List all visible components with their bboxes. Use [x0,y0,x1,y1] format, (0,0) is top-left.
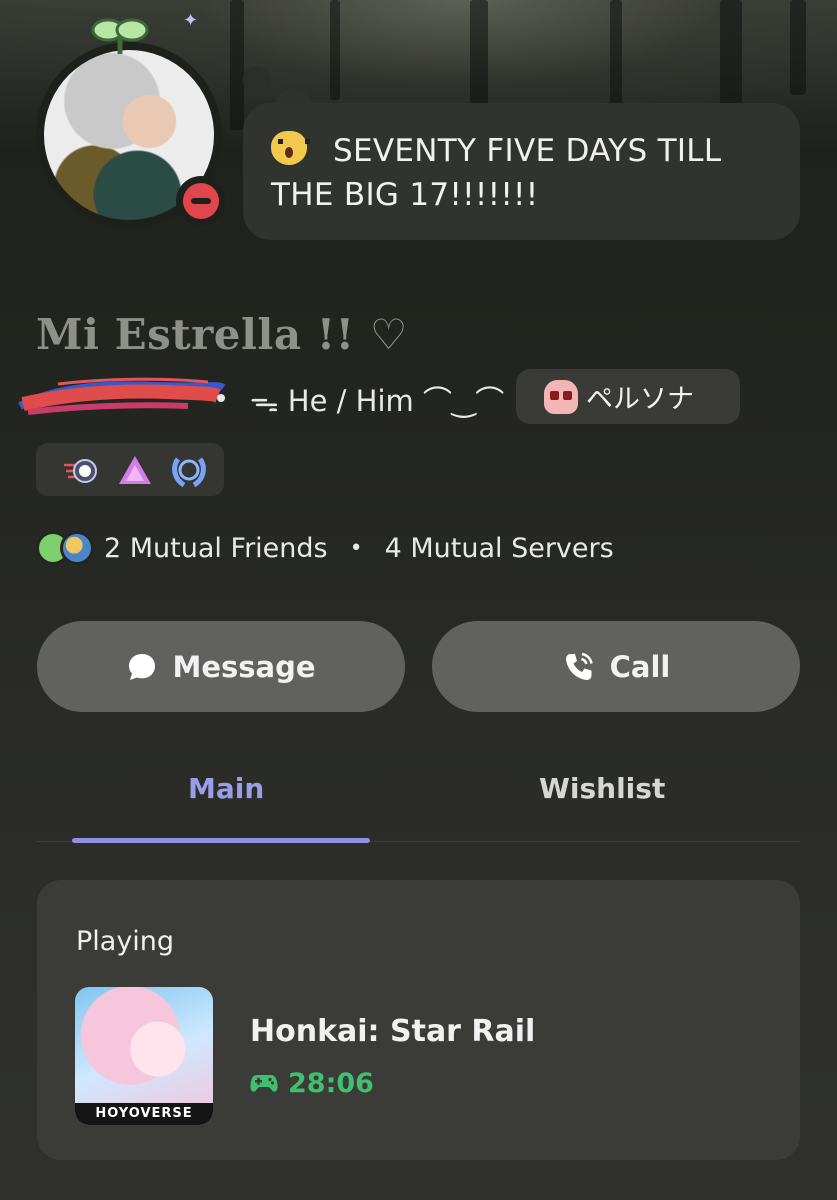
call-button[interactable]: Call [432,621,800,712]
mutual-servers-link[interactable]: 4 Mutual Servers [385,533,614,564]
tab-main[interactable]: Main [188,772,264,805]
laurel-badge-icon[interactable] [170,451,208,489]
pronouns: ᯓ He / Him ⌒‿⌒ [250,384,505,418]
game-art: HOYOVERSE [75,987,213,1125]
server-tag[interactable]: ペルソナ [516,369,740,424]
message-button-label: Message [172,649,316,684]
tab-wishlist[interactable]: Wishlist [539,772,665,805]
elapsed-time-value: 28:06 [288,1068,374,1099]
custom-status-bubble[interactable]: SEVENTY FIVE DAYS TILL THE BIG 17!!!!!!! [243,103,800,240]
phone-call-icon [562,650,596,684]
activity-heading: Playing [76,926,175,957]
badge-list [36,443,224,496]
mutual-friends-link[interactable]: 2 Mutual Friends [104,533,328,564]
sprout-decoration-icon [91,18,149,54]
astonished-cat-icon [271,131,310,165]
nitro-orb-icon[interactable] [62,451,100,489]
message-button[interactable]: Message [37,621,405,712]
username-row: ᯓ He / Him ⌒‿⌒ ペルソナ [18,369,778,424]
activity-card[interactable]: Playing HOYOVERSE Honkai: Star Rail 28:0… [37,880,800,1160]
gamepad-icon [250,1073,278,1095]
display-name: Mi Estrella !! ♡ [36,310,408,359]
publisher-logo: HOYOVERSE [75,1103,213,1125]
avatar-container[interactable]: ✦ [28,10,228,228]
status-text: SEVENTY FIVE DAYS TILL THE BIG 17!!!!!!! [271,133,722,213]
sparkle-icon: ✦ [183,10,199,31]
redacted-username-scribble [18,377,226,415]
server-tag-label: ペルソナ [586,384,694,415]
call-button-label: Call [609,649,671,684]
thought-bubble-dot [243,66,271,94]
mutuals-row[interactable]: 2 Mutual Friends • 4 Mutual Servers [36,524,614,572]
mutual-friend-avatar [60,531,94,565]
presence-indicator [176,176,226,226]
do-not-disturb-icon [183,183,219,219]
elapsed-time: 28:06 [250,1068,374,1099]
boost-triangle-icon[interactable] [116,451,154,489]
profile-tabs: Main Wishlist [36,760,800,843]
active-tab-indicator [72,838,370,843]
separator-dot: • [349,535,363,561]
chat-bubble-icon [126,651,158,683]
game-name: Honkai: Star Rail [250,1014,536,1049]
skull-icon [544,379,578,414]
